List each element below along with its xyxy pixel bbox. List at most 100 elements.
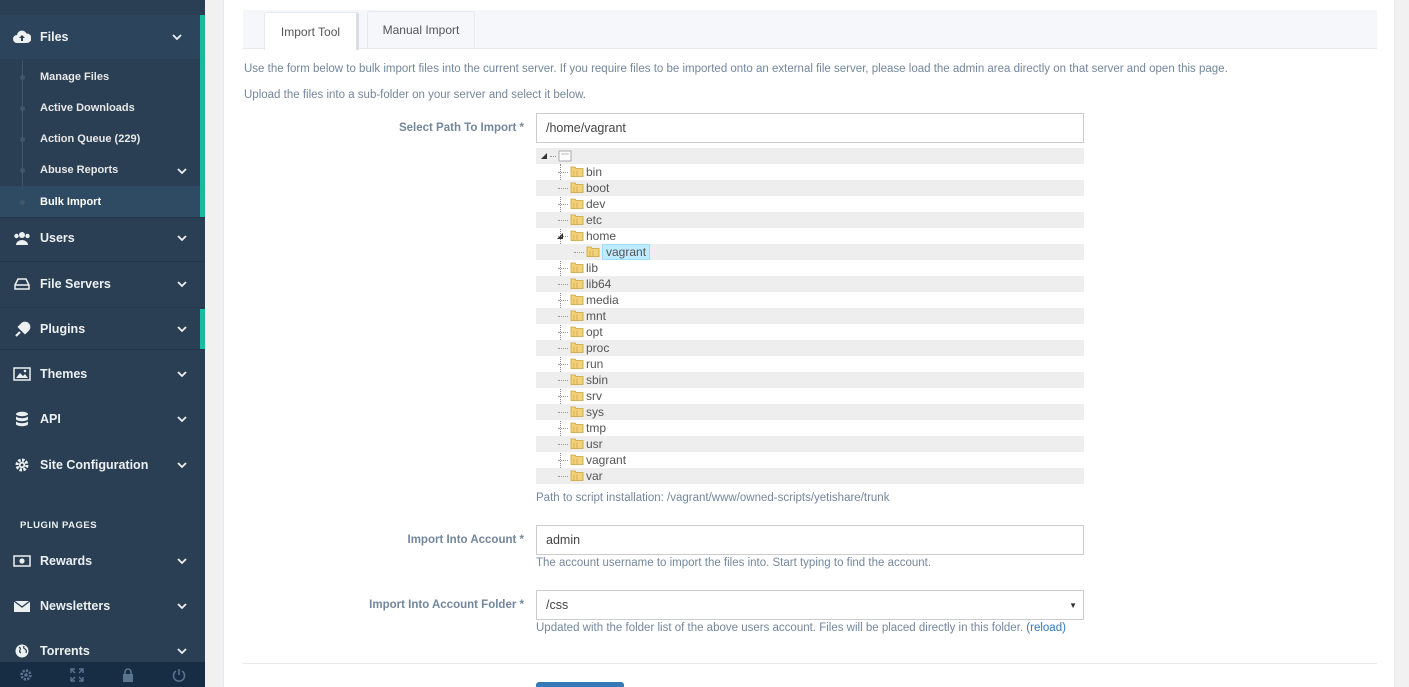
tree-node-label: bin <box>586 165 603 179</box>
path-input[interactable]: /home/vagrant <box>536 113 1084 143</box>
power-icon[interactable] <box>154 662 205 687</box>
sidebar-footer <box>0 662 205 687</box>
tree-node[interactable]: opt <box>558 324 603 340</box>
tree-node[interactable]: var <box>558 468 603 484</box>
tree-node-label: dev <box>586 197 606 211</box>
tree-node[interactable]: sbin <box>558 372 608 388</box>
intro-subtext: Upload the files into a sub-folder on yo… <box>244 89 586 101</box>
tree-connector <box>558 276 570 292</box>
chevron-down-icon <box>177 281 187 288</box>
tree-root-node[interactable] <box>540 148 574 164</box>
chevron-down-icon <box>177 235 187 242</box>
tree-row: dev <box>536 196 1084 212</box>
tree-node-label: home <box>586 229 617 243</box>
tree-connector <box>558 340 570 356</box>
folder-help-text: Updated with the folder list of the abov… <box>536 622 1066 634</box>
nav-rewards[interactable]: Rewards <box>0 539 205 583</box>
sidebar-item-bulk-import[interactable]: Bulk Import <box>0 186 200 217</box>
submit-button[interactable] <box>536 682 624 687</box>
nav-themes-label: Themes <box>40 367 88 381</box>
tab-import-tool[interactable]: Import Tool <box>264 12 359 50</box>
sidebar-item-label: Bulk Import <box>40 195 102 208</box>
tree-node[interactable]: usr <box>558 436 603 452</box>
sidebar-item-abuse-reports[interactable]: Abuse Reports <box>0 154 200 185</box>
tree-node[interactable]: vagrant <box>574 244 651 260</box>
folder-select[interactable]: /css ▼ <box>536 590 1084 620</box>
nav-newsletters-label: Newsletters <box>40 599 111 613</box>
sidebar-item-active-downloads[interactable]: Active Downloads <box>0 92 200 123</box>
tree-node[interactable]: mnt <box>558 308 606 324</box>
folder-icon <box>570 437 586 452</box>
nav-api[interactable]: API <box>0 397 205 441</box>
bullet-icon <box>20 136 25 142</box>
tree-connector <box>558 356 570 372</box>
tree-node[interactable]: lib <box>558 260 598 276</box>
nav-files-label: Files <box>40 30 69 44</box>
tree-node[interactable]: lib64 <box>558 276 611 292</box>
chevron-down-icon <box>177 168 187 175</box>
nav-site-configuration[interactable]: Site Configuration <box>0 443 205 487</box>
tree-node-label: run <box>586 357 604 371</box>
cloud-upload-icon <box>12 29 32 45</box>
tree-node-label: lib <box>586 261 599 275</box>
folder-icon <box>570 277 586 292</box>
tree-node-label: proc <box>586 341 610 355</box>
tree-connector <box>558 164 570 180</box>
account-input[interactable]: admin <box>536 525 1084 555</box>
gear-icon <box>12 457 32 473</box>
gear-icon[interactable] <box>0 662 51 687</box>
tree-node[interactable]: home <box>557 228 617 244</box>
intro-text: Use the form below to bulk import files … <box>244 63 1228 75</box>
nav-users-label: Users <box>40 231 75 245</box>
account-label: Import Into Account * <box>407 534 524 546</box>
tree-node[interactable]: sys <box>558 404 604 420</box>
collapse-arrow-icon[interactable] <box>540 152 548 160</box>
nav-files[interactable]: Files <box>0 15 205 59</box>
bullet-icon <box>20 105 25 111</box>
tree-node[interactable]: etc <box>558 212 602 228</box>
form-divider <box>243 663 1377 664</box>
tree-row: sbin <box>536 372 1084 388</box>
nav-users[interactable]: Users <box>0 216 205 260</box>
tree-node-label: etc <box>586 213 603 227</box>
active-indicator <box>200 15 205 217</box>
nav-newsletters[interactable]: Newsletters <box>0 584 205 628</box>
tree-row: vagrant <box>536 244 1084 260</box>
lock-icon[interactable] <box>103 662 154 687</box>
tree-connector <box>558 324 570 340</box>
tree-node[interactable]: srv <box>558 388 602 404</box>
tree-row: lib64 <box>536 276 1084 292</box>
folder-icon <box>570 373 586 388</box>
tree-node[interactable]: dev <box>558 196 605 212</box>
tree-row: srv <box>536 388 1084 404</box>
nav-plugins[interactable]: Plugins <box>0 307 205 351</box>
tree-node[interactable]: proc <box>558 340 609 356</box>
tree-connector <box>558 212 570 228</box>
tree-row: bin <box>536 164 1084 180</box>
tree-connector <box>558 308 570 324</box>
tree-row: etc <box>536 212 1084 228</box>
folder-icon <box>570 405 586 420</box>
reload-link[interactable]: (reload) <box>1026 622 1066 634</box>
tree-node[interactable]: bin <box>558 164 602 180</box>
tree-node[interactable]: tmp <box>558 420 606 436</box>
path-help-text: Path to script installation: /vagrant/ww… <box>536 492 890 504</box>
active-indicator <box>200 309 205 349</box>
tree-node[interactable]: media <box>558 292 619 308</box>
tree-node[interactable]: run <box>558 356 603 372</box>
nav-themes[interactable]: Themes <box>0 352 205 396</box>
sidebar-item-manage-files[interactable]: Manage Files <box>0 61 200 92</box>
tree-node-label: opt <box>586 325 603 339</box>
nav-file-servers[interactable]: File Servers <box>0 262 205 306</box>
sidebar-item-action-queue[interactable]: Action Queue (229) <box>0 123 200 154</box>
path-input-value: /home/vagrant <box>546 121 626 135</box>
tab-manual-import[interactable]: Manual Import <box>367 11 475 48</box>
tree-node[interactable]: boot <box>558 180 609 196</box>
tree-node-label: vagrant <box>602 244 651 260</box>
folder-icon <box>570 453 586 468</box>
fullscreen-icon[interactable] <box>51 662 102 687</box>
sidebar: Files Manage Files Active Downloads Acti… <box>0 0 205 687</box>
sidebar-item-label: Abuse Reports <box>40 163 119 176</box>
folder-icon <box>570 309 586 324</box>
tree-node[interactable]: vagrant <box>558 452 626 468</box>
